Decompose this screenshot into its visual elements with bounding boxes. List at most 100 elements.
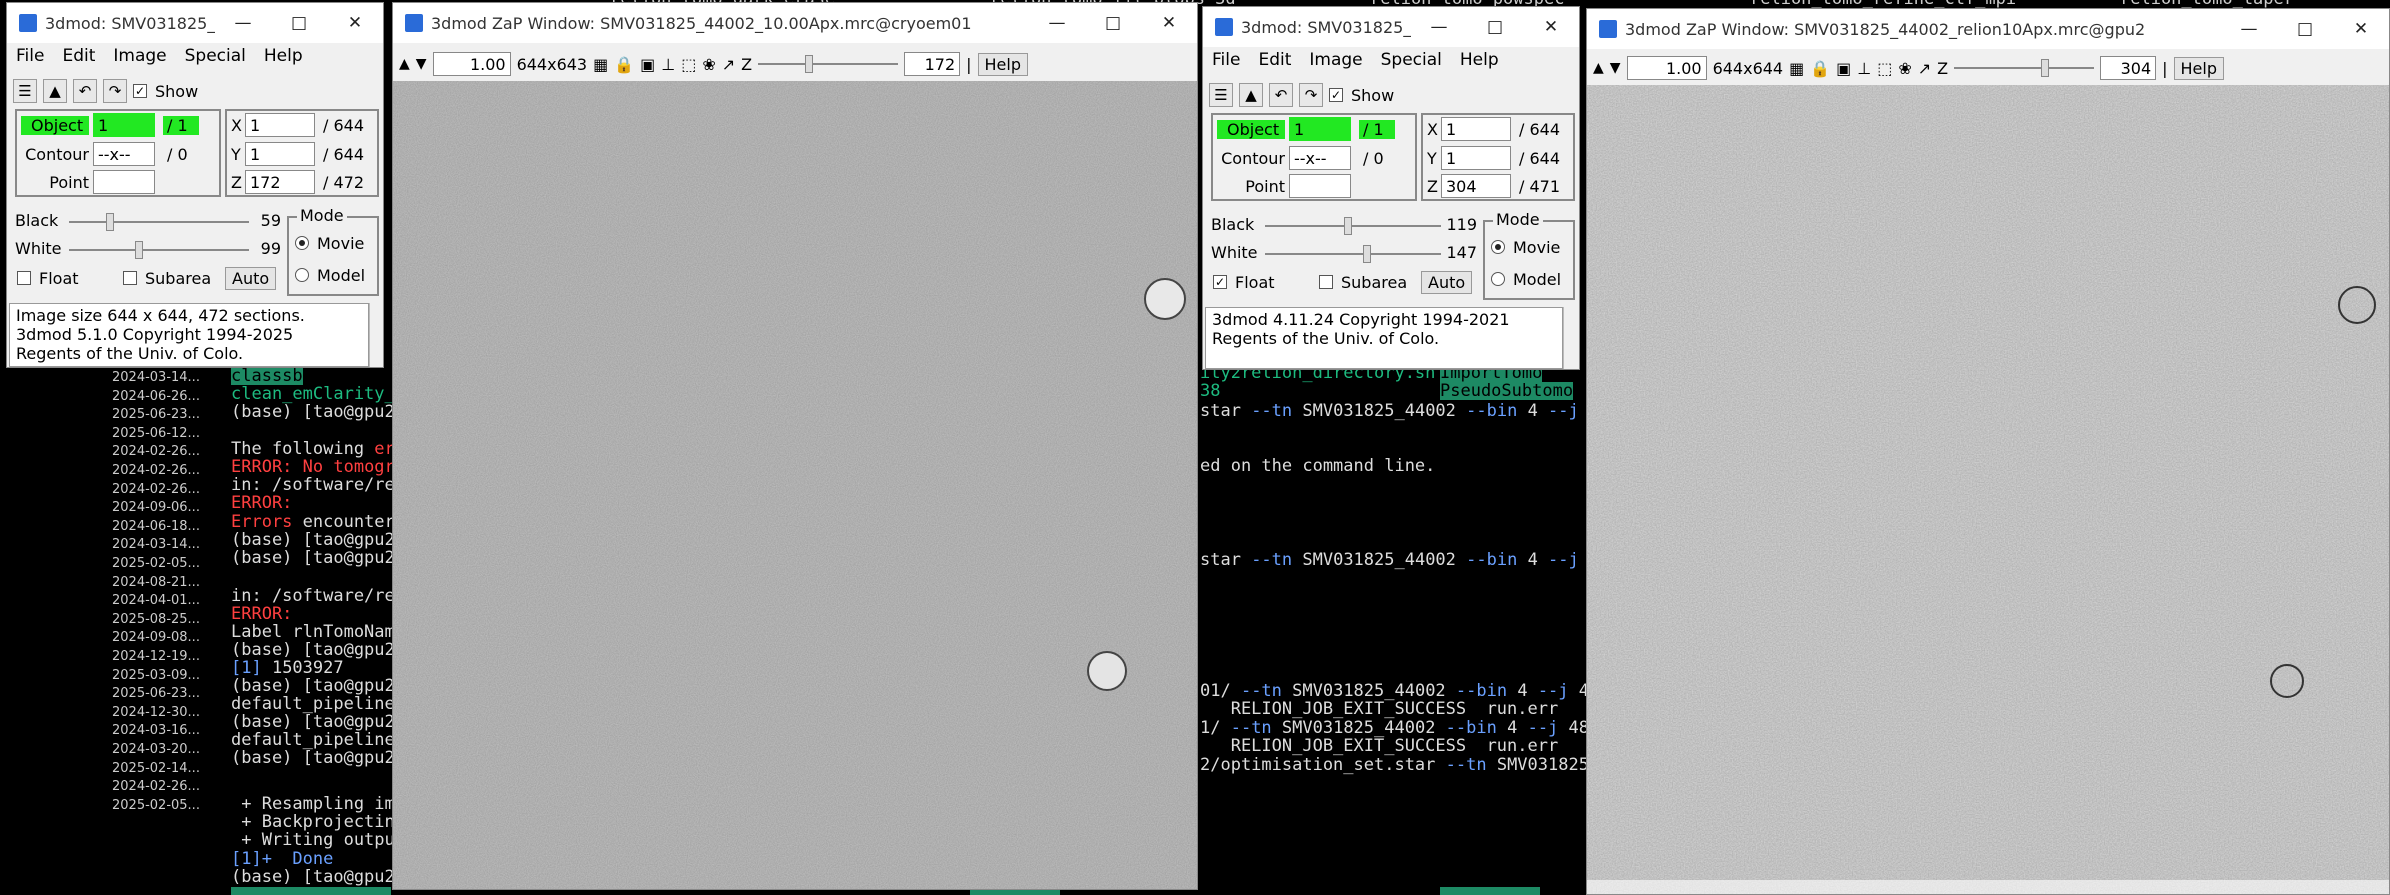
help-button[interactable]: Help <box>977 52 1028 76</box>
pin-icon[interactable]: ⊥ <box>661 55 675 74</box>
down-arrow-icon[interactable]: ▼ <box>416 56 427 72</box>
auto-button[interactable]: Auto <box>1421 270 1473 294</box>
z-field[interactable]: 172 <box>245 170 315 194</box>
raise-icon[interactable]: ▲ <box>1239 83 1263 107</box>
auto-button[interactable]: Auto <box>225 266 277 290</box>
minimize-icon[interactable]: — <box>1411 17 1467 37</box>
z-field[interactable]: 172 <box>904 52 961 76</box>
movie-radio[interactable]: Movie <box>295 229 364 257</box>
x-field[interactable]: 1 <box>245 113 315 137</box>
rubberband-icon[interactable]: ⬚ <box>681 55 696 74</box>
up-arrow-icon[interactable]: ▲ <box>399 56 410 72</box>
y-field[interactable]: 1 <box>1441 146 1511 170</box>
contour-field[interactable]: --x-- <box>93 142 155 166</box>
tomogram-image[interactable] <box>1587 85 2389 894</box>
menu-image[interactable]: Image <box>1300 50 1371 70</box>
3dmod-window-1[interactable]: 3dmod: SMV031825_4... — □ ✕ File Edit Im… <box>6 2 384 368</box>
undo-icon[interactable]: ↶ <box>73 79 97 103</box>
z-slider[interactable] <box>758 55 899 73</box>
minimize-icon[interactable]: — <box>2221 19 2277 39</box>
object-field[interactable]: 1 <box>1289 117 1351 141</box>
menu-file[interactable]: File <box>7 46 53 66</box>
title-bar[interactable]: 3dmod: SMV031825_4... — □ ✕ <box>1203 7 1579 47</box>
white-slider[interactable] <box>1265 245 1441 263</box>
zap-window-1[interactable]: 3dmod ZaP Window: SMV031825_44002_10.00A… <box>392 2 1198 890</box>
float-checkbox[interactable]: Float <box>17 264 79 292</box>
title-bar[interactable]: 3dmod: SMV031825_4... — □ ✕ <box>7 3 383 43</box>
menu-file[interactable]: File <box>1203 50 1249 70</box>
float-checkbox[interactable]: ✓ Float <box>1213 268 1275 296</box>
model-radio[interactable]: Model <box>295 261 365 289</box>
redo-icon[interactable]: ↷ <box>103 79 127 103</box>
title-bar[interactable]: 3dmod ZaP Window: SMV031825_44002_relion… <box>1587 9 2389 49</box>
frame-icon[interactable]: ▣ <box>1836 59 1851 78</box>
close-icon[interactable]: ✕ <box>1141 13 1197 33</box>
point-field[interactable] <box>1289 174 1351 198</box>
x-field[interactable]: 1 <box>1441 117 1511 141</box>
arrow-icon[interactable]: ↗ <box>722 55 735 74</box>
black-slider-thumb[interactable] <box>106 213 115 231</box>
z-slider-thumb[interactable] <box>2041 59 2050 77</box>
lasso-icon[interactable]: ❀ <box>702 55 715 74</box>
up-arrow-icon[interactable]: ▲ <box>1593 60 1604 76</box>
z-field[interactable]: 304 <box>2100 56 2157 80</box>
down-arrow-icon[interactable]: ▼ <box>1610 60 1621 76</box>
point-field[interactable] <box>93 170 155 194</box>
checker-icon[interactable]: ▦ <box>593 55 608 74</box>
menu-edit[interactable]: Edit <box>1249 50 1300 70</box>
white-slider-thumb[interactable] <box>135 241 144 259</box>
maximize-icon[interactable]: □ <box>1085 13 1141 33</box>
black-slider[interactable] <box>1265 217 1441 235</box>
object-field[interactable]: 1 <box>93 113 155 137</box>
white-slider[interactable] <box>69 241 249 259</box>
close-icon[interactable]: ✕ <box>2333 19 2389 39</box>
close-icon[interactable]: ✕ <box>1523 17 1579 37</box>
zoom-field[interactable]: 1.00 <box>432 52 511 76</box>
show-checkbox[interactable]: ✓ Show <box>133 82 198 101</box>
black-slider[interactable] <box>69 213 249 231</box>
undo-icon[interactable]: ↶ <box>1269 83 1293 107</box>
info-scrollbar[interactable] <box>369 303 383 367</box>
contour-field[interactable]: --x-- <box>1289 146 1351 170</box>
tomogram-image[interactable] <box>393 81 1197 889</box>
redo-icon[interactable]: ↷ <box>1299 83 1323 107</box>
minimize-icon[interactable]: — <box>1029 13 1085 33</box>
y-field[interactable]: 1 <box>245 142 315 166</box>
white-slider-thumb[interactable] <box>1363 245 1372 263</box>
subarea-checkbox[interactable]: Subarea <box>123 264 211 292</box>
maximize-icon[interactable]: □ <box>271 13 327 33</box>
lasso-icon[interactable]: ❀ <box>1898 59 1911 78</box>
show-checkbox[interactable]: ✓ Show <box>1329 86 1394 105</box>
black-slider-thumb[interactable] <box>1343 217 1352 235</box>
model-radio[interactable]: Model <box>1491 265 1561 293</box>
help-button[interactable]: Help <box>2173 56 2224 80</box>
title-bar[interactable]: 3dmod ZaP Window: SMV031825_44002_10.00A… <box>393 3 1197 43</box>
maximize-icon[interactable]: □ <box>2277 19 2333 39</box>
pin-icon[interactable]: ☰ <box>1209 83 1233 107</box>
pin-icon[interactable]: ⊥ <box>1857 59 1871 78</box>
menu-help[interactable]: Help <box>255 46 312 66</box>
menu-help[interactable]: Help <box>1451 50 1508 70</box>
z-field[interactable]: 304 <box>1441 174 1511 198</box>
rubberband-icon[interactable]: ⬚ <box>1877 59 1892 78</box>
zoom-field[interactable]: 1.00 <box>1626 56 1707 80</box>
close-icon[interactable]: ✕ <box>327 13 383 33</box>
arrow-icon[interactable]: ↗ <box>1918 59 1931 78</box>
timelock-icon[interactable]: | <box>966 55 971 74</box>
minimize-icon[interactable]: — <box>215 13 271 33</box>
info-scrollbar[interactable] <box>1563 307 1579 369</box>
z-slider-thumb[interactable] <box>804 55 813 73</box>
raise-icon[interactable]: ▲ <box>43 79 67 103</box>
lock-icon[interactable]: 🔒 <box>614 55 634 74</box>
menu-special[interactable]: Special <box>176 46 255 66</box>
maximize-icon[interactable]: □ <box>1467 17 1523 37</box>
menu-edit[interactable]: Edit <box>53 46 104 66</box>
timelock-icon[interactable]: | <box>2162 59 2167 78</box>
menu-special[interactable]: Special <box>1372 50 1451 70</box>
subarea-checkbox[interactable]: Subarea <box>1319 268 1407 296</box>
pin-icon[interactable]: ☰ <box>13 79 37 103</box>
checker-icon[interactable]: ▦ <box>1789 59 1804 78</box>
lock-icon[interactable]: 🔒 <box>1810 59 1830 78</box>
z-slider[interactable] <box>1954 59 2095 77</box>
zap-window-2[interactable]: 3dmod ZaP Window: SMV031825_44002_relion… <box>1586 8 2390 895</box>
